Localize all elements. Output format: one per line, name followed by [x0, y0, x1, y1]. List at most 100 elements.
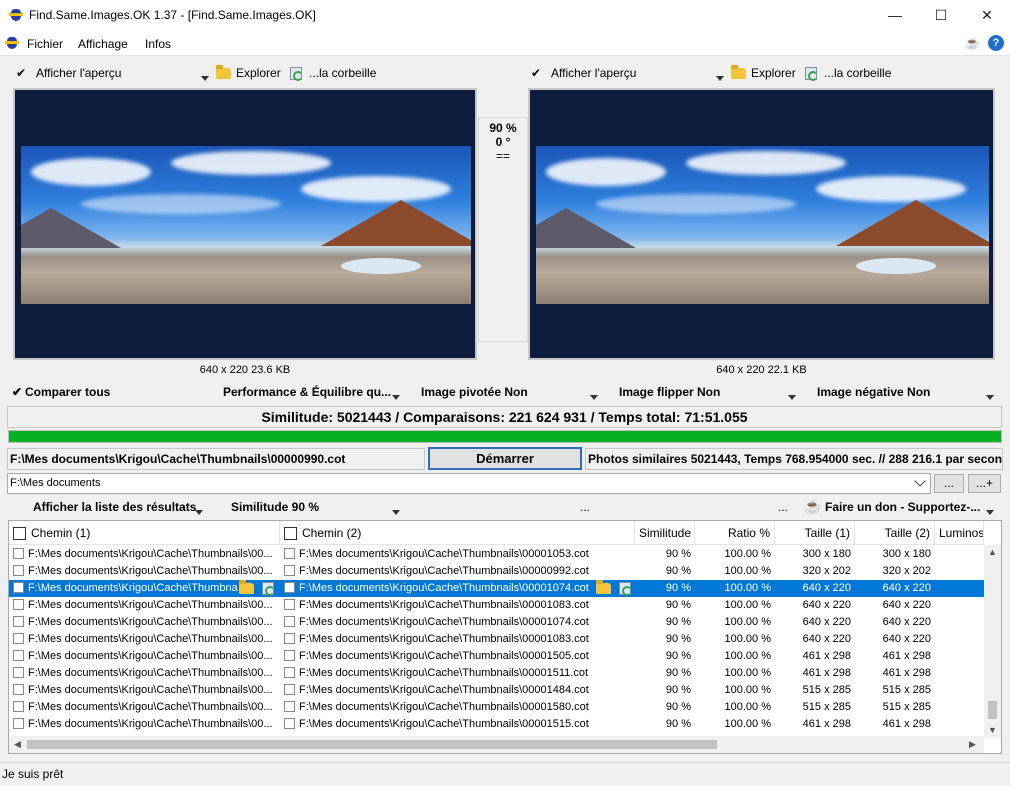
row-checkbox[interactable] [284, 667, 295, 678]
table-row[interactable]: F:\Mes documents\Krigou\Cache\Thumbnails… [9, 597, 984, 614]
horizontal-scrollbar[interactable]: ◀ ▶ [9, 736, 984, 753]
menu-affichage[interactable]: Affichage [78, 37, 128, 51]
start-button[interactable]: Démarrer [428, 447, 582, 470]
right-show-preview-toggle[interactable]: Afficher l'aperçu [551, 66, 636, 80]
dropdown-arrow-icon[interactable] [788, 390, 796, 404]
horizontal-scroll-thumb[interactable] [27, 740, 717, 749]
column-header-size1[interactable]: Taille (1) [775, 521, 855, 545]
donate-button[interactable]: Faire un don - Supportez-... [825, 500, 980, 514]
left-show-preview-toggle[interactable]: Afficher l'aperçu [36, 66, 121, 80]
dropdown-arrow-icon[interactable] [716, 71, 724, 85]
row-checkbox[interactable] [284, 565, 295, 576]
flipped-image-dropdown[interactable]: Image flipper Non [619, 385, 720, 399]
table-row[interactable]: F:\Mes documents\Krigou\Cache\Thumbnails… [9, 563, 984, 580]
left-explorer-button[interactable]: Explorer [236, 66, 281, 80]
checkmark-icon[interactable]: ✔ [12, 385, 22, 399]
browse-folder-button[interactable]: ... [934, 474, 964, 493]
row-checkbox[interactable] [284, 718, 295, 729]
left-recycle-bin-button[interactable]: ...la corbeille [309, 66, 376, 80]
dropdown-arrow-icon[interactable] [392, 505, 400, 519]
dropdown-arrow-icon[interactable] [986, 390, 994, 404]
row-checkbox[interactable] [13, 718, 24, 729]
negative-image-dropdown[interactable]: Image négative Non [817, 385, 930, 399]
table-row[interactable]: F:\Mes documents\Krigou\Cache\Thumbna F:\… [9, 580, 984, 597]
compare-all-toggle[interactable]: Comparer tous [25, 385, 110, 399]
close-button[interactable]: ✕ [964, 0, 1010, 31]
row-checkbox[interactable] [284, 548, 295, 559]
table-row[interactable]: F:\Mes documents\Krigou\Cache\Thumbnails… [9, 716, 984, 733]
dropdown-arrow-icon[interactable] [195, 505, 203, 519]
column-header-ratio[interactable]: Ratio % [695, 521, 775, 545]
table-row[interactable]: F:\Mes documents\Krigou\Cache\Thumbnails… [9, 665, 984, 682]
row-checkbox[interactable] [13, 548, 24, 559]
app-menu-icon[interactable] [5, 36, 19, 50]
row-checkbox[interactable] [13, 667, 24, 678]
table-row[interactable]: F:\Mes documents\Krigou\Cache\Thumbnails… [9, 546, 984, 563]
row-action-icons[interactable] [239, 580, 275, 597]
select-all-checkbox-2[interactable] [284, 527, 297, 540]
show-results-dropdown[interactable]: Afficher la liste des résultats [33, 500, 196, 514]
help-icon[interactable]: ? [988, 35, 1004, 51]
row-checkbox[interactable] [13, 701, 24, 712]
menu-fichier[interactable]: Fichier [27, 37, 63, 51]
row-checkbox[interactable] [13, 599, 24, 610]
coffee-cup-icon[interactable]: ☕ [965, 36, 980, 50]
row-checkbox[interactable] [13, 616, 24, 627]
row-checkbox[interactable] [284, 616, 295, 627]
scroll-right-icon[interactable]: ▶ [969, 739, 976, 750]
chevron-down-icon[interactable] [914, 475, 926, 487]
checkmark-icon[interactable]: ✔ [531, 66, 541, 80]
row-checkbox[interactable] [284, 701, 295, 712]
table-row[interactable]: F:\Mes documents\Krigou\Cache\Thumbnails… [9, 648, 984, 665]
table-row[interactable]: F:\Mes documents\Krigou\Cache\Thumbnails… [9, 699, 984, 716]
scroll-left-icon[interactable]: ◀ [14, 739, 21, 750]
row-checkbox[interactable] [284, 650, 295, 661]
right-image-preview[interactable] [528, 88, 995, 360]
folder-icon[interactable] [596, 580, 611, 594]
similarity-filter-dropdown[interactable]: Similitude 90 % [231, 500, 319, 514]
dropdown-arrow-icon[interactable] [392, 390, 400, 404]
row-checkbox[interactable] [13, 650, 24, 661]
dropdown-arrow-icon[interactable] [986, 505, 994, 519]
column-header-path2[interactable]: Chemin (2) [280, 521, 635, 545]
dropdown-arrow-icon[interactable] [201, 71, 209, 85]
scroll-down-icon[interactable]: ▼ [988, 725, 997, 735]
row-checkbox[interactable] [284, 684, 295, 695]
column-header-similarity[interactable]: Similitude [635, 521, 695, 545]
extra-options-1[interactable]: ... [580, 500, 590, 514]
maximize-button[interactable]: ☐ [918, 0, 964, 31]
recycle-bin-icon[interactable] [262, 582, 275, 596]
row-action-icons[interactable] [596, 580, 632, 597]
extra-options-2[interactable]: ... [778, 500, 788, 514]
left-image-preview[interactable] [13, 88, 477, 360]
row-checkbox[interactable] [13, 565, 24, 576]
column-header-brightness[interactable]: Luminosit [935, 521, 984, 545]
right-recycle-bin-button[interactable]: ...la corbeille [824, 66, 891, 80]
add-folder-button[interactable]: ...+ [968, 474, 1001, 493]
checkmark-icon[interactable]: ✔ [16, 66, 26, 80]
performance-dropdown[interactable]: Performance & Équilibre qu... [223, 385, 391, 399]
results-table[interactable]: Chemin (1) Chemin (2) Similitude Ratio %… [8, 520, 1002, 754]
scroll-up-icon[interactable]: ▲ [988, 547, 997, 557]
dropdown-arrow-icon[interactable] [590, 390, 598, 404]
folder-icon[interactable] [239, 580, 254, 594]
vertical-scrollbar[interactable]: ▲ ▼ [984, 545, 1001, 738]
table-row[interactable]: F:\Mes documents\Krigou\Cache\Thumbnails… [9, 614, 984, 631]
column-header-path1[interactable]: Chemin (1) [9, 521, 280, 545]
rotated-image-dropdown[interactable]: Image pivotée Non [421, 385, 528, 399]
table-row[interactable]: F:\Mes documents\Krigou\Cache\Thumbnails… [9, 631, 984, 648]
vertical-scroll-thumb[interactable] [988, 701, 997, 719]
row-checkbox[interactable] [284, 582, 295, 593]
row-checkbox[interactable] [284, 599, 295, 610]
recycle-bin-icon[interactable] [619, 582, 632, 596]
menu-infos[interactable]: Infos [145, 37, 171, 51]
row-checkbox[interactable] [13, 633, 24, 644]
select-all-checkbox-1[interactable] [13, 527, 26, 540]
folder-select[interactable]: F:\Mes documents [7, 473, 931, 494]
row-checkbox[interactable] [13, 684, 24, 695]
row-checkbox[interactable] [13, 582, 24, 593]
right-explorer-button[interactable]: Explorer [751, 66, 796, 80]
minimize-button[interactable]: — [872, 0, 918, 31]
column-header-size2[interactable]: Taille (2) [855, 521, 935, 545]
row-checkbox[interactable] [284, 633, 295, 644]
